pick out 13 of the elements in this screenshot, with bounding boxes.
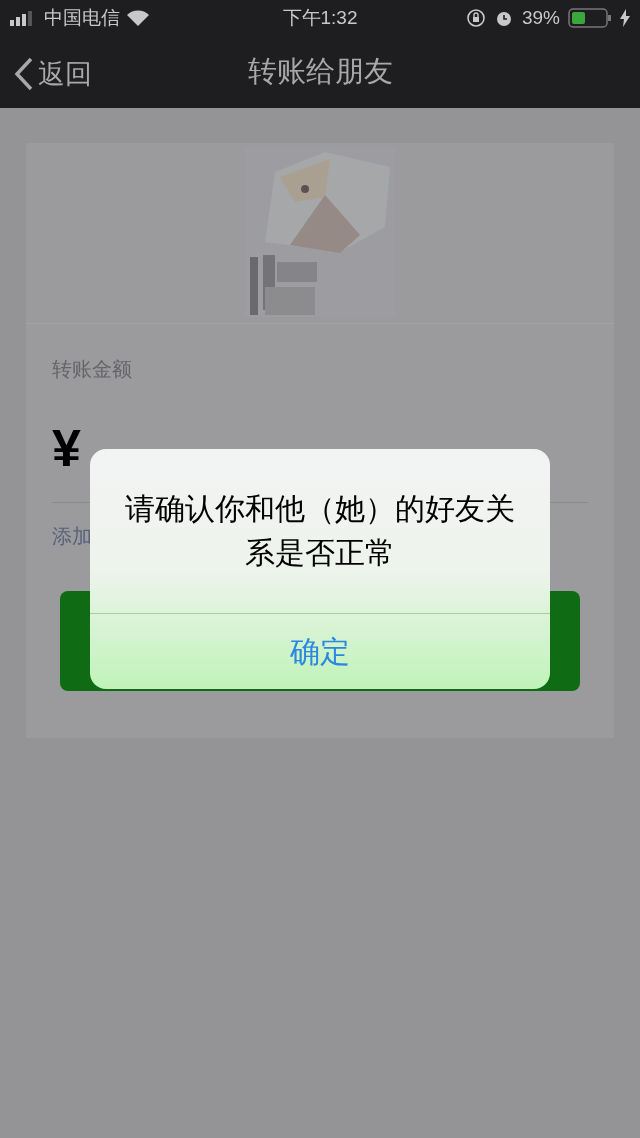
battery-percent: 39% — [521, 5, 560, 30]
currency-symbol: ¥ — [52, 422, 81, 474]
alert-message: 请确认你和他（她）的好友关系是否正常 — [124, 490, 516, 572]
carrier-name: 中国电信 — [44, 5, 120, 30]
page-title: 转账给朋友 — [247, 54, 393, 90]
rotation-lock-icon — [465, 8, 486, 28]
back-button[interactable]: 返回 — [14, 54, 92, 95]
clock-time: 下午1:32 — [282, 5, 358, 30]
wifi-icon — [126, 9, 150, 27]
battery-icon — [568, 8, 612, 28]
charging-icon — [620, 9, 630, 27]
chevron-left-icon — [14, 57, 34, 92]
confirm-button[interactable]: 确定 — [90, 614, 550, 689]
